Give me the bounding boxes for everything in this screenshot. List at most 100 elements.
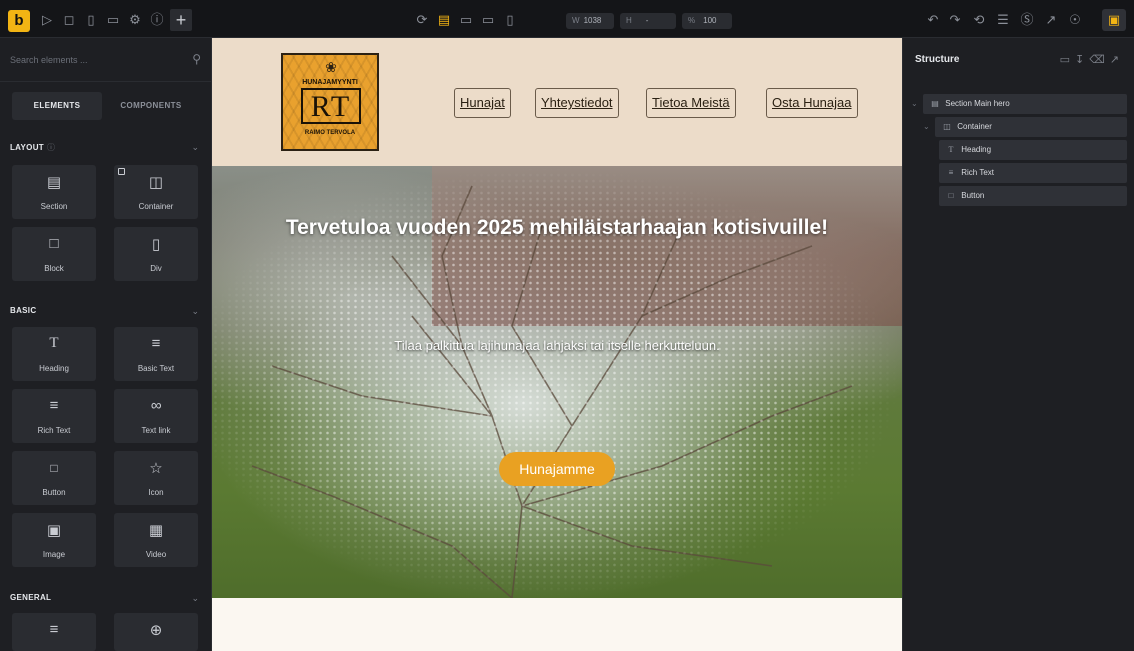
chevron-down-icon[interactable]: ⌄ [191,306,199,317]
add-element-button[interactable]: + [170,9,192,31]
download-icon[interactable]: ↧ [1075,54,1089,66]
tree-item-label: Rich Text [961,168,994,177]
rich-text-icon: ≡ [49,397,59,414]
element-general-2[interactable]: ⊕ [114,613,198,651]
chevron-down-icon[interactable]: ⌄ [911,94,918,114]
tree-item-label: Section Main hero [945,99,1010,108]
tree-item-container[interactable]: ⌄ ◫ Container [923,117,1127,137]
section-icon: ▤ [931,99,939,108]
element-general-1[interactable]: ≡ [12,613,96,651]
tree-item-button[interactable]: □ Button [939,186,1127,206]
trash-icon[interactable]: ⌫ [1089,54,1110,66]
height-label: H [626,16,632,25]
tree-item-label: Button [961,191,985,200]
redo-icon[interactable]: ↷ [946,11,964,29]
gear-icon[interactable]: ⚙ [126,11,144,29]
save-icon[interactable]: ▣ [1102,9,1126,31]
group-title-basic[interactable]: BASIC [10,306,36,315]
site-header: ❀ HUNAJAMYYNTI RT RAIMO TERVOLA Hunajat … [212,38,902,166]
builder-logo[interactable]: b [8,10,30,32]
templates-icon[interactable]: ◻ [60,11,78,29]
elements-panel: ⚲ ELEMENTS COMPONENTS LAYOUTⓘ ⌄ ▤ Sectio… [0,38,212,651]
hero-cta-button[interactable]: Hunajamme [499,452,615,486]
refresh-icon[interactable]: ⟳ [413,11,431,29]
chevron-down-icon[interactable]: ⌄ [191,593,199,604]
image-icon: ▣ [46,522,62,539]
search-icon[interactable]: ⚲ [192,52,201,66]
hero-section[interactable]: Tervetuloa vuoden 2025 mehiläistarhaajan… [212,166,902,598]
group-title-layout[interactable]: LAYOUT ⓘ [10,142,55,153]
element-basic-text[interactable]: ≡ Basic Text [114,327,198,381]
group-title-general[interactable]: GENERAL [10,593,51,602]
width-value: 1038 [583,16,602,25]
element-image[interactable]: ▣ Image [12,513,96,567]
element-section[interactable]: ▤ Section [12,165,96,219]
chevron-down-icon[interactable]: ⌄ [923,117,930,137]
element-rich-text[interactable]: ≡ Rich Text [12,389,96,443]
width-field[interactable]: W 1038 [566,13,614,29]
folder-icon[interactable]: ▭ [104,11,122,29]
laptop-view-icon[interactable]: ▭ [457,11,475,29]
cursor-icon[interactable]: ▷ [38,11,56,29]
tablet-landscape-icon[interactable]: ▭ [479,11,497,29]
hero-rich-text[interactable]: Tilaa palkittua lajihunajaa lahjaksi tai… [212,338,902,353]
width-label: W [572,16,580,25]
tree-item-label: Heading [961,145,992,154]
height-value: - [645,16,649,25]
nav-osta-hunajaa[interactable]: Osta Hunajaa [766,88,858,118]
structure-title: Structure [915,54,960,65]
group-label-layout: LAYOUT [10,143,44,152]
nav-tietoa-meista[interactable]: Tietoa Meistä [646,88,736,118]
section-icon: ▤ [46,174,62,191]
undo-icon[interactable]: ↶ [924,11,942,29]
zoom-label: % [688,16,696,25]
mobile-view-icon[interactable]: ▯ [501,11,519,29]
help-icon[interactable]: ⓘ [148,11,166,29]
element-container[interactable]: ◫ Container [114,165,198,219]
tree-item-heading[interactable]: T Heading [939,140,1127,160]
desktop-view-icon[interactable]: ▤ [435,11,453,29]
element-label: Button [42,488,66,497]
zoom-field[interactable]: % 100 [682,13,732,29]
nav-yhteystiedot[interactable]: Yhteystiedot [535,88,619,118]
database-icon[interactable]: ☰ [994,11,1012,29]
element-block[interactable]: □ Block [12,227,96,281]
search-input[interactable] [10,52,180,68]
element-label: Container [138,202,174,211]
heading-icon: T [948,145,954,154]
height-field[interactable]: H- [620,13,676,29]
element-div[interactable]: ▯ Div [114,227,198,281]
search-row: ⚲ [0,38,211,82]
element-heading[interactable]: T Heading [12,327,96,381]
element-text-link[interactable]: ∞ Text link [114,389,198,443]
div-icon: ▯ [151,236,161,253]
element-video[interactable]: ▦ Video [114,513,198,567]
link-icon: ∞ [150,397,162,414]
site-logo[interactable]: ❀ HUNAJAMYYNTI RT RAIMO TERVOLA [281,53,379,151]
structure-panel: Structure ▭↧⌫↗ ⌄ ▤ Section Main hero ⌄ ◫… [902,38,1134,651]
collapse-icon[interactable]: ↗ [1110,54,1124,66]
tree-item-rich-text[interactable]: ≡ Rich Text [939,163,1127,183]
nav-hunajat[interactable]: Hunajat [454,88,511,118]
pages-icon[interactable]: ▯ [82,11,100,29]
hero-heading[interactable]: Tervetuloa vuoden 2025 mehiläistarhaajan… [212,216,902,240]
info-icon: ⓘ [46,143,56,152]
bee-icon: ❀ [325,59,337,75]
tab-components[interactable]: COMPONENTS [106,92,196,120]
copy-icon[interactable]: ▭ [1060,54,1075,66]
tab-elements[interactable]: ELEMENTS [12,92,102,120]
element-label: Block [44,264,64,273]
logo-top-text: HUNAJAMYYNTI [302,79,358,86]
element-icon[interactable]: ☆ Icon [114,451,198,505]
tree-item-section[interactable]: ⌄ ▤ Section Main hero [911,94,1127,114]
external-link-icon[interactable]: ↗ [1042,11,1060,29]
preview-eye-icon[interactable]: ☉ [1066,11,1084,29]
chevron-down-icon[interactable]: ⌄ [191,142,199,153]
heading-icon: T [49,335,59,351]
history-icon[interactable]: ⟲ [970,11,988,29]
list-icon: ≡ [49,621,59,638]
wordpress-icon[interactable]: Ⓢ [1018,11,1036,29]
element-button[interactable]: □ Button [12,451,96,505]
zoom-value: 100 [703,16,717,25]
logo-bottom-text: RAIMO TERVOLA [304,130,356,136]
